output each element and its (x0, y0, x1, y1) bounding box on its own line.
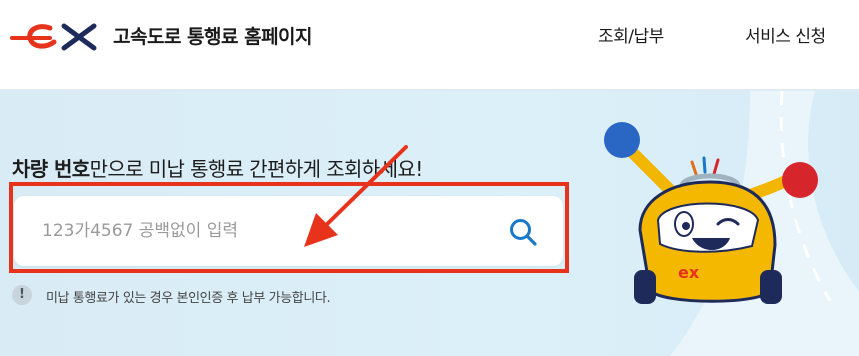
mascot-logo-text: ex (678, 263, 700, 282)
plate-search-box (14, 196, 563, 266)
search-icon[interactable] (508, 217, 538, 247)
car-mascot-illustration: ex (604, 122, 818, 304)
info-exclamation-icon: ! (12, 285, 32, 305)
nav-lookup-payment[interactable]: 조회/납부 (598, 22, 664, 47)
site-header: 고속도로 통행료 홈페이지 조회/납부 서비스 신청 (0, 0, 859, 90)
notice-text: 미납 통행료가 있는 경우 본인인증 후 납부 가능합니다. (46, 291, 331, 306)
site-title[interactable]: 고속도로 통행료 홈페이지 (113, 22, 313, 49)
ex-logo[interactable] (10, 18, 106, 54)
nav-service-application[interactable]: 서비스 신청 (745, 22, 826, 47)
red-arrow-icon (304, 145, 408, 247)
headline-bold: 차량 번호 (12, 157, 90, 181)
